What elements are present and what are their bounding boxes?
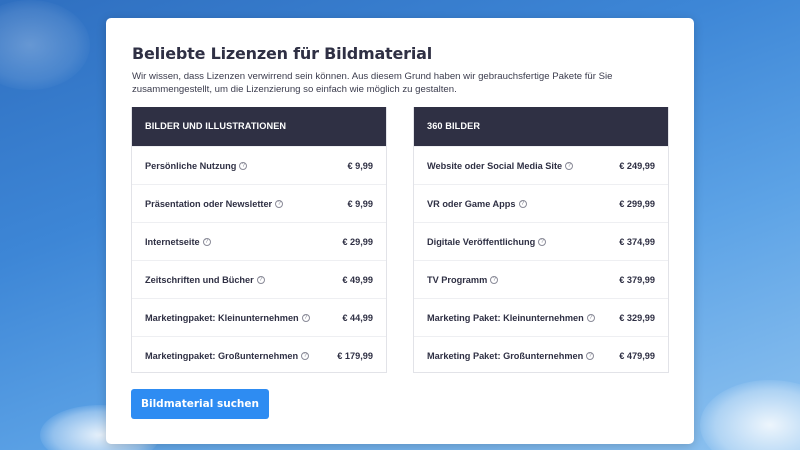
table-row: Marketingpaket: Großunternehmen? € 179,9… xyxy=(132,336,386,374)
background-cloud xyxy=(700,380,800,450)
row-price: € 374,99 xyxy=(619,236,655,247)
table-row: Präsentation oder Newsletter? € 9,99 xyxy=(132,184,386,222)
table-row: Marketingpaket: Kleinunternehmen? € 44,9… xyxy=(132,298,386,336)
table-header: BILDER UND ILLUSTRATIONEN xyxy=(132,107,386,146)
row-price: € 49,99 xyxy=(342,274,373,285)
question-circle-icon[interactable]: ? xyxy=(301,351,310,360)
table-row: Marketing Paket: Kleinunternehmen? € 329… xyxy=(414,298,668,336)
row-label: Marketingpaket: Großunternehmen? xyxy=(145,351,310,361)
row-label: TV Programm? xyxy=(427,275,499,285)
question-circle-icon[interactable]: ? xyxy=(275,199,284,208)
row-price: € 9,99 xyxy=(347,160,373,171)
question-circle-icon[interactable]: ? xyxy=(239,161,248,170)
row-price: € 329,99 xyxy=(619,312,655,323)
row-price: € 9,99 xyxy=(347,198,373,209)
question-circle-icon[interactable]: ? xyxy=(538,237,547,246)
row-label: VR oder Game Apps? xyxy=(427,199,527,209)
license-card: Beliebte Lizenzen für Bildmaterial Wir w… xyxy=(106,18,694,444)
table-row: Internetseite? € 29,99 xyxy=(132,222,386,260)
license-table-images: BILDER UND ILLUSTRATIONEN Persönliche Nu… xyxy=(131,107,387,373)
row-price: € 44,99 xyxy=(342,312,373,323)
row-label: Zeitschriften und Bücher? xyxy=(145,275,265,285)
table-row: Zeitschriften und Bücher? € 49,99 xyxy=(132,260,386,298)
row-label: Internetseite? xyxy=(145,237,211,247)
table-row: Digitale Veröffentlichung? € 374,99 xyxy=(414,222,668,260)
row-label: Website oder Social Media Site? xyxy=(427,161,574,171)
row-price: € 179,99 xyxy=(337,350,373,361)
table-row: VR oder Game Apps? € 299,99 xyxy=(414,184,668,222)
question-circle-icon[interactable]: ? xyxy=(490,275,499,284)
question-circle-icon[interactable]: ? xyxy=(301,313,310,322)
row-price: € 379,99 xyxy=(619,274,655,285)
table-row: Website oder Social Media Site? € 249,99 xyxy=(414,146,668,184)
question-circle-icon[interactable]: ? xyxy=(518,199,527,208)
question-circle-icon[interactable]: ? xyxy=(586,351,595,360)
page-title: Beliebte Lizenzen für Bildmaterial xyxy=(132,44,433,63)
question-circle-icon[interactable]: ? xyxy=(202,237,211,246)
search-images-button[interactable]: Bildmaterial suchen xyxy=(131,389,269,419)
table-row: TV Programm? € 379,99 xyxy=(414,260,668,298)
row-price: € 249,99 xyxy=(619,160,655,171)
license-table-360: 360 BILDER Website oder Social Media Sit… xyxy=(413,107,669,373)
table-row: Persönliche Nutzung? € 9,99 xyxy=(132,146,386,184)
row-label: Persönliche Nutzung? xyxy=(145,161,248,171)
row-price: € 479,99 xyxy=(619,350,655,361)
table-row: Marketing Paket: Großunternehmen? € 479,… xyxy=(414,336,668,374)
question-circle-icon[interactable]: ? xyxy=(565,161,574,170)
background-cloud xyxy=(0,0,90,90)
row-label: Digitale Veröffentlichung? xyxy=(427,237,547,247)
question-circle-icon[interactable]: ? xyxy=(256,275,265,284)
row-label: Marketing Paket: Großunternehmen? xyxy=(427,351,595,361)
row-label: Marketing Paket: Kleinunternehmen? xyxy=(427,313,595,323)
row-label: Marketingpaket: Kleinunternehmen? xyxy=(145,313,310,323)
table-header: 360 BILDER xyxy=(414,107,668,146)
question-circle-icon[interactable]: ? xyxy=(586,313,595,322)
row-price: € 29,99 xyxy=(342,236,373,247)
description-text: Wir wissen, dass Lizenzen verwirrend sei… xyxy=(132,71,613,95)
row-price: € 299,99 xyxy=(619,198,655,209)
row-label: Präsentation oder Newsletter? xyxy=(145,199,284,209)
